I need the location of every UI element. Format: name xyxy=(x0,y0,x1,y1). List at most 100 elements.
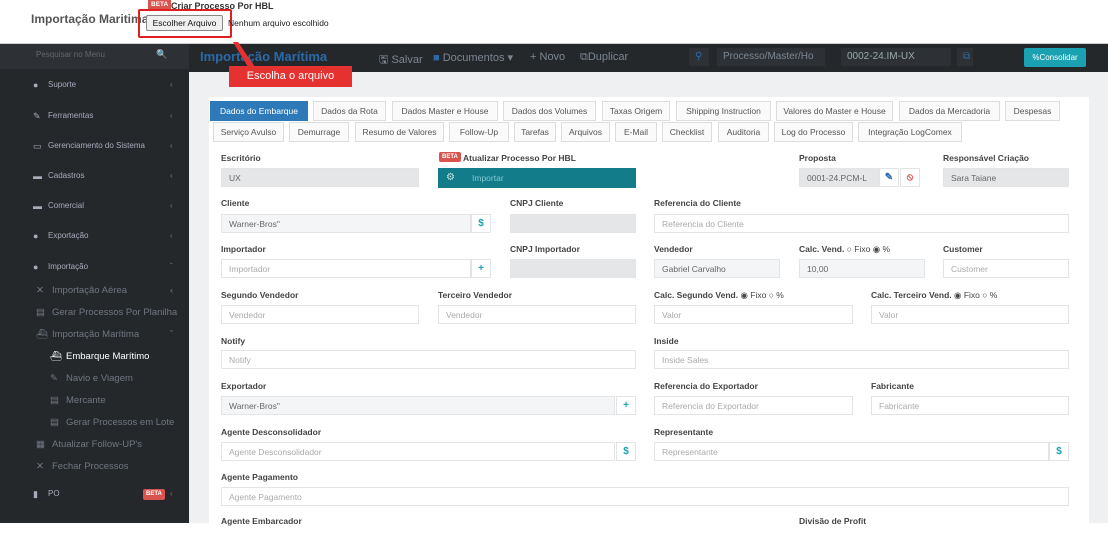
agente-pagamento-input[interactable]: Agente Pagamento xyxy=(221,487,1069,506)
panel-title: Importação Maritima xyxy=(31,12,149,26)
customer-input[interactable]: Customer xyxy=(943,259,1069,278)
chevron-left-icon: ‹ xyxy=(170,231,173,240)
chevron-left-icon: ‹ xyxy=(170,141,173,150)
ship-icon: ⛴ xyxy=(36,329,49,340)
tab-servico-avulso[interactable]: Serviço Avulso xyxy=(213,122,284,142)
exportador-field[interactable]: Warner-Bros" xyxy=(221,396,615,415)
save-button[interactable]: 🖫 Salvar xyxy=(379,51,423,70)
ref-exportador-input[interactable]: Referencia do Exportador xyxy=(654,396,853,415)
terceiro-vendedor-label: Terceiro Vendedor xyxy=(438,290,513,300)
plus-icon[interactable]: + xyxy=(616,396,636,415)
cnpj-importador-label: CNPJ Importador xyxy=(510,244,580,254)
tab-dados-volumes[interactable]: Dados dos Volumes xyxy=(503,101,596,121)
documents-dropdown[interactable]: ■ Documentos ▾ xyxy=(433,51,513,64)
segundo-vendedor-input[interactable]: Vendedor xyxy=(221,305,419,324)
plus-icon[interactable]: + xyxy=(471,259,491,278)
consolidate-button[interactable]: %Consolidar xyxy=(1024,48,1086,67)
calc-segundo-input[interactable]: Valor xyxy=(654,305,853,324)
edit-icon[interactable]: ✎ xyxy=(879,168,899,187)
dollar-icon[interactable]: $ xyxy=(1049,442,1069,461)
sidebar-subitem-mercante[interactable]: ▤ Mercante xyxy=(0,390,189,412)
gears-icon: ⚙ xyxy=(446,172,455,183)
inside-label: Inside xyxy=(654,336,679,346)
chevron-down-icon: ˇ xyxy=(170,262,173,271)
plus-icon: + xyxy=(530,51,537,63)
chevron-left-icon: ‹ xyxy=(170,285,174,296)
file-icon: ▤ xyxy=(50,417,59,428)
callout-tooltip: Escolha o arquivo xyxy=(229,66,352,87)
vendedor-field[interactable]: Gabriel Carvalho xyxy=(654,259,780,278)
tab-integracao-logcomex[interactable]: Integração LogComex xyxy=(858,122,962,142)
sidebar-subitem-navio-viagem[interactable]: ✎ Navio e Viagem xyxy=(0,368,189,390)
tab-dados-mercadoria[interactable]: Dados da Mercadoria xyxy=(899,101,1000,121)
tab-tarefas[interactable]: Tarefas xyxy=(514,122,556,142)
representante-label: Representante xyxy=(654,427,714,437)
radio-percent[interactable]: ○ xyxy=(769,290,774,300)
sidebar-subitem-gerar-lote[interactable]: ▤ Gerar Processos em Lote xyxy=(0,412,189,434)
process-search-input[interactable]: Processo/Master/Ho xyxy=(717,48,825,66)
dollar-icon[interactable]: $ xyxy=(616,442,636,461)
copy-icon[interactable]: ⧉ xyxy=(957,48,973,66)
tab-follow-up[interactable]: Follow-Up xyxy=(449,122,509,142)
sidebar-subitem-gerar-planilha[interactable]: ▤ Gerar Processos Por Planilha xyxy=(0,302,189,324)
sidebar-item-exportacao[interactable]: ● Exportação ‹ xyxy=(0,225,189,247)
choose-file-button[interactable]: Escolher Arquivo xyxy=(146,15,223,31)
beta-badge: BETA xyxy=(143,489,165,500)
escritorio-field[interactable]: UX xyxy=(221,168,419,187)
radio-fixo[interactable]: ○ xyxy=(847,244,852,254)
tab-dados-master-house[interactable]: Dados Master e House xyxy=(392,101,498,121)
sidebar-item-importacao[interactable]: ● Importação ˇ xyxy=(0,256,189,278)
proposta-field[interactable]: 0001-24.PCM-L xyxy=(799,168,879,187)
cnpj-cliente-field xyxy=(510,214,636,233)
tab-log-processo[interactable]: Log do Processo xyxy=(774,122,853,142)
dollar-icon[interactable]: $ xyxy=(471,214,491,233)
fabricante-input[interactable]: Fabricante xyxy=(871,396,1069,415)
sidebar-item-ferramentas[interactable]: ✎ Ferramentas ‹ xyxy=(0,105,189,127)
radio-percent[interactable]: ◉ xyxy=(873,244,880,254)
sidebar-subitem-embarque-maritimo[interactable]: ⛴ Embarque Marítimo xyxy=(0,346,189,368)
agente-descon-input[interactable]: Agente Desconsolidador xyxy=(221,442,615,461)
save-icon: 🖫 xyxy=(379,54,389,66)
terceiro-vendedor-input[interactable]: Vendedor xyxy=(438,305,636,324)
sidebar-item-suporte[interactable]: ● Suporte ‹ xyxy=(0,74,189,96)
tab-despesas[interactable]: Despesas xyxy=(1005,101,1060,121)
tab-auditoria[interactable]: Auditoria xyxy=(718,122,769,142)
calc-vend-field[interactable]: 10,00 xyxy=(799,259,925,278)
radio-fixo[interactable]: ◉ xyxy=(954,290,961,300)
tab-taxas-origem[interactable]: Taxas Origem xyxy=(602,101,670,121)
representante-input[interactable]: Representante xyxy=(654,442,1049,461)
vendedor-label: Vendedor xyxy=(654,244,693,254)
tab-shipping-instruction[interactable]: Shipping Instruction xyxy=(676,101,771,121)
notify-input[interactable]: Notify xyxy=(221,350,636,369)
sidebar-subitem-atualizar-followup[interactable]: ▦ Atualizar Follow-UP's xyxy=(0,434,189,456)
tab-email[interactable]: E-Mail xyxy=(615,122,657,142)
sidebar-subitem-importacao-aerea[interactable]: ✕ Importação Aérea ‹ xyxy=(0,280,189,302)
tab-resumo-valores[interactable]: Resumo de Valores xyxy=(355,122,444,142)
sidebar-subitem-importacao-maritima[interactable]: ⛴ Importação Marítima ˇ xyxy=(0,324,189,346)
sidebar-item-cadastros[interactable]: ▬ Cadastros ‹ xyxy=(0,165,189,187)
tab-checklist[interactable]: Checklist xyxy=(662,122,712,142)
responsavel-label: Responsável Criação xyxy=(943,153,1029,163)
unlink-icon[interactable]: ⦸ xyxy=(900,168,920,187)
radio-fixo[interactable]: ◉ xyxy=(740,290,747,300)
sidebar-item-gerenciamento[interactable]: ▭ Gerenciamento do Sistema ‹ xyxy=(0,135,189,157)
import-button[interactable]: ⚙ Importar xyxy=(438,168,636,188)
tab-arquivos[interactable]: Arquivos xyxy=(561,122,610,142)
sidebar-item-po[interactable]: ▮ PO BETA ‹ xyxy=(0,483,189,505)
plane-icon: ✕ xyxy=(36,285,44,296)
calc-segundo-label: Calc. Segundo Vend. ◉ Fixo ○ % xyxy=(654,290,784,300)
tab-valores-master-house[interactable]: Valores do Master e House xyxy=(776,101,893,121)
sidebar-item-comercial[interactable]: ▬ Comercial ‹ xyxy=(0,195,189,217)
ref-cliente-input[interactable]: Referencia do Cliente xyxy=(654,214,1069,233)
radio-percent[interactable]: ○ xyxy=(982,290,987,300)
calc-terceiro-input[interactable]: Valor xyxy=(871,305,1069,324)
inside-input[interactable]: Inside Sales xyxy=(654,350,1069,369)
tab-dados-rota[interactable]: Dados da Rota xyxy=(313,101,386,121)
tab-dados-embarque[interactable]: Dados do Embarque xyxy=(210,101,308,121)
tab-demurrage[interactable]: Demurrage xyxy=(289,122,349,142)
importador-input[interactable]: Importador xyxy=(221,259,471,278)
duplicate-button[interactable]: ⧉Duplicar xyxy=(580,51,628,64)
new-button[interactable]: + Novo xyxy=(530,51,565,63)
sidebar-subitem-fechar-processos[interactable]: ✕ Fechar Processos xyxy=(0,456,189,478)
cliente-field[interactable]: Warner-Bros" xyxy=(221,214,471,233)
